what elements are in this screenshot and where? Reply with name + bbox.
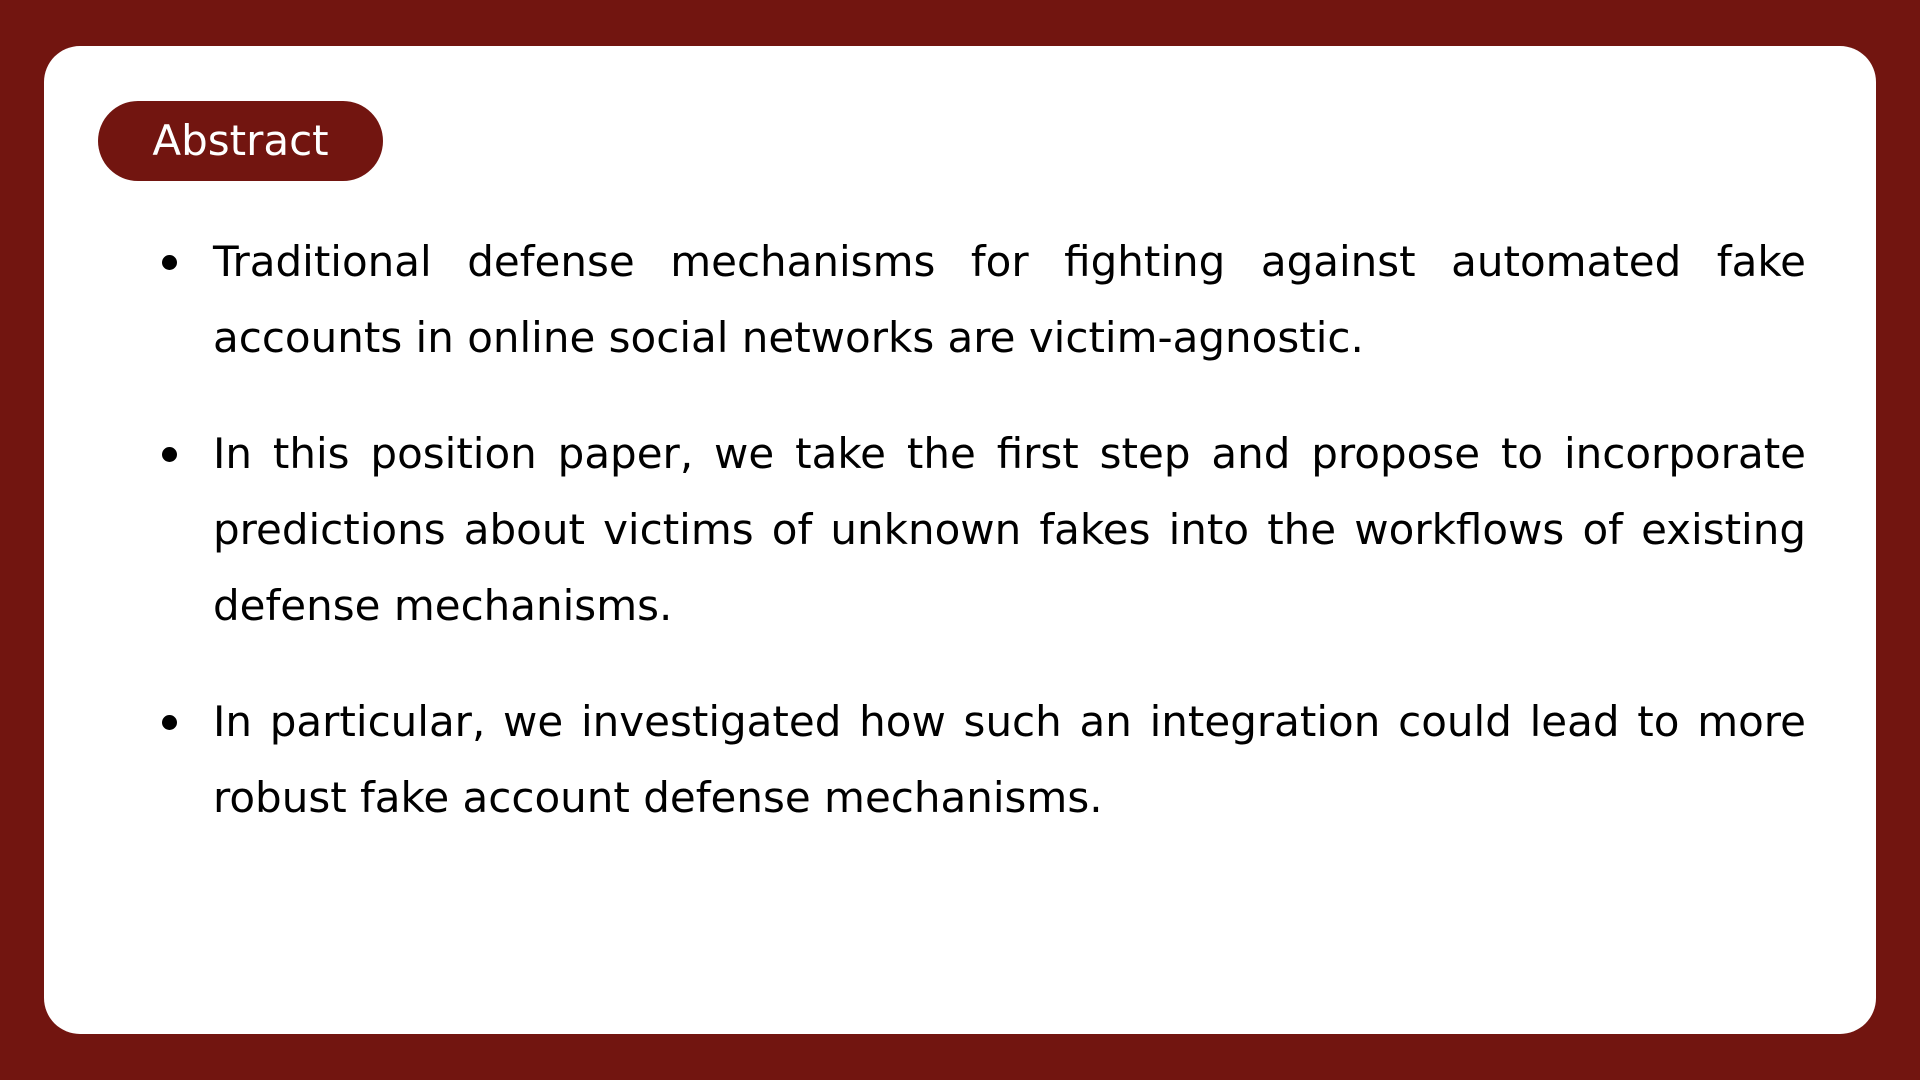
bullet-list: Traditional defense mechanisms for fight… — [124, 224, 1806, 876]
bullet-dot-icon — [162, 715, 177, 730]
content-card: Abstract Traditional defense mechanisms … — [44, 46, 1876, 1034]
bullet-text: In particular, we investigated how such … — [213, 697, 1806, 822]
bullet-text: Traditional defense mechanisms for fight… — [213, 237, 1806, 362]
bullet-dot-icon — [162, 255, 177, 270]
list-item: Traditional defense mechanisms for fight… — [124, 224, 1806, 376]
bullet-text: In this position paper, we take the firs… — [213, 429, 1806, 630]
list-item: In this position paper, we take the firs… — [124, 416, 1806, 644]
bullet-dot-icon — [162, 447, 177, 462]
section-tag: Abstract — [98, 101, 383, 181]
list-item: In particular, we investigated how such … — [124, 684, 1806, 836]
